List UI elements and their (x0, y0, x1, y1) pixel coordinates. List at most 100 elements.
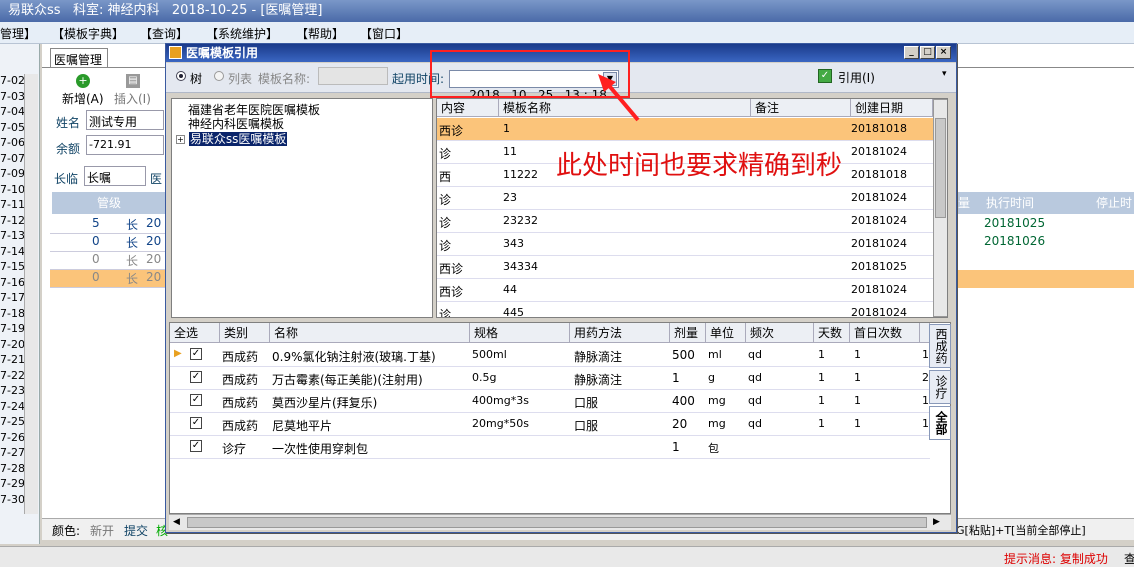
template-row[interactable]: 西诊 44 20181024 (437, 279, 933, 302)
template-cell-date: 20181024 (851, 306, 907, 318)
scroll-thumb[interactable] (187, 517, 927, 528)
date-item[interactable]: 7-28 (0, 462, 25, 475)
name-field[interactable]: 测试专用 (86, 110, 164, 130)
header-category[interactable]: 类别 (220, 323, 270, 343)
header-select-all[interactable]: 全选 (170, 323, 220, 343)
add-button[interactable]: 新增(A) (62, 90, 104, 107)
date-item[interactable]: 7-23 (0, 384, 25, 397)
date-item[interactable]: 7-18 (0, 307, 25, 320)
date-item[interactable]: 7-17 (0, 291, 25, 304)
maximize-icon[interactable]: □ (920, 46, 935, 59)
detail-row[interactable]: ✓ 西成药 万古霉素(每正美能)(注射用) 0.5g 静脉滴注 1 g qd 1 1 2 (170, 367, 930, 390)
date-item[interactable]: 7-30 (0, 493, 25, 506)
tab-order-management[interactable]: 医嘱管理 (50, 48, 108, 68)
date-item[interactable]: 7-14 (0, 245, 25, 258)
date-item[interactable]: 7-27 (0, 446, 25, 459)
background-order-grid: 5 长 20 0 长 20 0 长 20 0 长 20 (50, 192, 174, 298)
header-first-day-count[interactable]: 首日次数 (850, 323, 920, 343)
add-icon[interactable]: + (76, 74, 90, 88)
header-method[interactable]: 用药方法 (570, 323, 670, 343)
template-row[interactable]: 西诊 34334 20181025 (437, 256, 933, 279)
scroll-thumb[interactable] (935, 118, 946, 218)
date-item[interactable]: 7-24 (0, 400, 25, 413)
close-icon[interactable]: × (936, 46, 951, 59)
row-checkbox[interactable]: ✓ (190, 394, 202, 406)
table-row-selected[interactable]: 0 长 20 (50, 270, 174, 288)
date-item[interactable]: 7-03 (0, 90, 25, 103)
date-item[interactable]: 7-04 (0, 105, 25, 118)
header-dose[interactable]: 剂量 (670, 323, 706, 343)
order-type-select[interactable]: 长嘱 (84, 166, 146, 186)
cite-button[interactable]: ✓ 引用(I) (814, 65, 932, 89)
template-row[interactable]: 诊 23 20181024 (437, 187, 933, 210)
scroll-right-icon[interactable]: ▶ (933, 517, 940, 527)
radio-list[interactable] (214, 71, 224, 81)
date-item[interactable]: 7-02 (0, 74, 25, 87)
scroll-left-icon[interactable]: ◀ (173, 517, 180, 527)
date-item[interactable]: 7-16 (0, 276, 25, 289)
date-scrollbar[interactable] (24, 74, 38, 514)
row-checkbox[interactable]: ✓ (190, 440, 202, 452)
template-name-input[interactable] (318, 67, 388, 85)
template-row[interactable]: 诊 343 20181024 (437, 233, 933, 256)
header-frequency[interactable]: 频次 (746, 323, 814, 343)
menu-window[interactable]: 【窗口】 (360, 25, 408, 42)
date-item[interactable]: 7-07 (0, 152, 25, 165)
table-row[interactable]: 0 长 20 (50, 234, 174, 252)
template-row[interactable]: 诊 445 20181024 (437, 302, 933, 318)
date-item[interactable]: 7-10 (0, 183, 25, 196)
template-row[interactable]: 诊 23232 20181024 (437, 210, 933, 233)
detail-row[interactable]: ✓ 西成药 莫西沙星片(拜复乐) 400mg*3s 口服 400 mg qd 1 1 1 (170, 390, 930, 413)
date-item[interactable]: 7-29 (0, 477, 25, 490)
date-item[interactable]: 7-12 (0, 214, 25, 227)
header-spec[interactable]: 规格 (470, 323, 570, 343)
detail-row[interactable]: ▶ ✓ 西成药 0.9%氯化钠注射液(玻璃.丁基) 500ml 静脉滴注 500 ml qd 1 1… (170, 344, 930, 367)
menu-system[interactable]: 【系统维护】 (206, 25, 278, 42)
row-checkbox[interactable]: ✓ (190, 371, 202, 383)
date-item[interactable]: 7-25 (0, 415, 25, 428)
date-item[interactable]: 7-11 (0, 198, 25, 211)
header-unit[interactable]: 单位 (706, 323, 746, 343)
menu-template-dict[interactable]: 【模板字典】 (52, 25, 124, 42)
table-row[interactable]: 5 长 20 (50, 216, 174, 234)
menu-manage[interactable]: 管理】 (0, 25, 36, 42)
detail-row[interactable]: ✓ 西成药 尼莫地平片 20mg*50s 口服 20 mg qd 1 1 1 (170, 413, 930, 436)
menu-help[interactable]: 【帮助】 (296, 25, 344, 42)
date-item[interactable]: 7-09 (0, 167, 25, 180)
template-grid-scrollbar[interactable] (933, 99, 947, 317)
header-days[interactable]: 天数 (814, 323, 850, 343)
header-create-date[interactable]: 创建日期 (851, 99, 933, 117)
table-row[interactable]: 0 长 20 (50, 252, 174, 270)
insert-button[interactable]: 插入(I) (114, 90, 151, 107)
order-type-suffix: 医 (150, 172, 163, 186)
template-cell-date: 20181018 (851, 168, 907, 181)
header-note[interactable]: 备注 (751, 99, 851, 117)
template-row-selected[interactable]: 西诊 1 20181018 (437, 118, 933, 141)
tree-item-ylz[interactable]: + 易联众ss医嘱模板 (176, 130, 288, 147)
tab-treatment[interactable]: 诊疗 (929, 370, 951, 404)
tab-western-medicine[interactable]: 西成药 (929, 324, 951, 368)
date-item[interactable]: 7-05 (0, 121, 25, 134)
detail-row[interactable]: ✓ 诊疗 一次性使用穿刺包 1 包 (170, 436, 930, 459)
date-item[interactable]: 7-22 (0, 369, 25, 382)
row-checkbox[interactable]: ✓ (190, 348, 202, 360)
detail-cell-first: 1 (854, 348, 861, 361)
expand-icon[interactable]: + (176, 135, 185, 144)
date-item[interactable]: 7-06 (0, 136, 25, 149)
detail-horizontal-scrollbar[interactable]: ◀ ▶ (169, 514, 951, 530)
date-item[interactable]: 7-21 (0, 353, 25, 366)
date-item[interactable]: 7-15 (0, 260, 25, 273)
row-checkbox[interactable]: ✓ (190, 417, 202, 429)
radio-tree[interactable] (176, 71, 186, 81)
tab-all[interactable]: 全部 (929, 406, 951, 440)
date-item[interactable]: 7-19 (0, 322, 25, 335)
date-item[interactable]: 7-13 (0, 229, 25, 242)
row-level: 0 (92, 234, 100, 248)
date-item[interactable]: 7-26 (0, 431, 25, 444)
menu-query[interactable]: 【查询】 (140, 25, 188, 42)
header-content[interactable]: 内容 (437, 99, 499, 117)
date-item[interactable]: 7-20 (0, 338, 25, 351)
header-drug-name[interactable]: 名称 (270, 323, 470, 343)
toolbar-overflow-icon[interactable]: ▾ (942, 69, 947, 79)
minimize-icon[interactable]: _ (904, 46, 919, 59)
